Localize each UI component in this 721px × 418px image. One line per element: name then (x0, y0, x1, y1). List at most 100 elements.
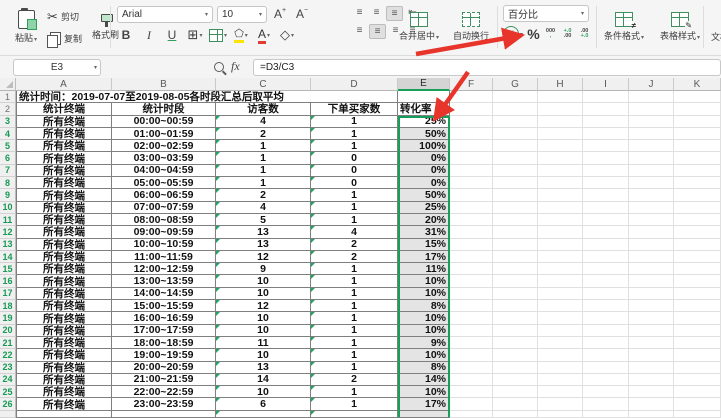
cell-visitors[interactable]: 4 (216, 116, 311, 128)
empty-cell[interactable] (583, 325, 629, 337)
empty-cell[interactable] (493, 251, 538, 263)
cell-rate[interactable]: 100% (398, 140, 450, 152)
cell-period[interactable]: 02:00~02:59 (112, 140, 216, 152)
cell-visitors[interactable]: 1 (216, 140, 311, 152)
empty-cell[interactable] (450, 214, 493, 226)
font-family-select[interactable]: Arial▾ (117, 6, 213, 23)
column-header-A[interactable]: A (16, 78, 112, 91)
row-header-26[interactable]: 26 (0, 398, 16, 410)
borders-button[interactable]: ⊞▾ (186, 26, 204, 44)
currency-format-button[interactable]: ¥▾ (503, 25, 523, 43)
decrease-font-button[interactable]: A− (293, 5, 311, 23)
cell-visitors[interactable]: 1 (216, 165, 311, 177)
empty-cell[interactable] (538, 386, 583, 398)
cell-visitors[interactable]: 1 (216, 177, 311, 189)
cell-rate[interactable]: 25% (398, 202, 450, 214)
cell-period[interactable]: 09:00~09:59 (112, 226, 216, 238)
cell-period[interactable]: 12:00~12:59 (112, 263, 216, 275)
empty-cell[interactable] (450, 263, 493, 275)
header-rate[interactable]: 转化率 (398, 103, 450, 115)
cut-button[interactable]: ✂ 剪切 (47, 6, 82, 28)
cell-buyers[interactable]: 1 (311, 312, 398, 324)
column-header-C[interactable]: C (216, 78, 311, 91)
empty-cell[interactable] (583, 374, 629, 386)
empty-cell[interactable] (674, 275, 721, 287)
empty-cell[interactable] (629, 312, 674, 324)
empty-cell[interactable] (450, 152, 493, 164)
cell-buyers[interactable]: 0 (311, 177, 398, 189)
cell-visitors[interactable]: 5 (216, 214, 311, 226)
empty-cell[interactable] (450, 226, 493, 238)
empty-cell[interactable] (674, 152, 721, 164)
cell-visitors[interactable]: 13 (216, 239, 311, 251)
cell-terminal[interactable]: 所有终端 (16, 263, 112, 275)
empty-cell[interactable] (674, 288, 721, 300)
empty-cell[interactable] (583, 226, 629, 238)
empty-cell[interactable] (583, 202, 629, 214)
cell-rate[interactable]: 10% (398, 288, 450, 300)
empty-cell[interactable] (629, 202, 674, 214)
cell-rate[interactable]: 0% (398, 177, 450, 189)
header-buyers[interactable]: 下单买家数 (311, 103, 398, 115)
empty-cell[interactable] (493, 103, 538, 115)
cell-period[interactable]: 20:00~20:59 (112, 362, 216, 374)
row-header-7[interactable]: 7 (0, 165, 16, 177)
cell-terminal[interactable]: 所有终端 (16, 140, 112, 152)
header-period[interactable]: 统计时段 (112, 103, 216, 115)
cell-rate[interactable]: 10% (398, 386, 450, 398)
empty-cell[interactable] (538, 275, 583, 287)
empty-cell[interactable] (674, 103, 721, 115)
empty-cell[interactable] (493, 91, 538, 103)
empty-cell[interactable] (629, 386, 674, 398)
empty-cell[interactable] (493, 275, 538, 287)
cell-E1[interactable] (398, 91, 450, 103)
row-header-21[interactable]: 21 (0, 337, 16, 349)
empty-cell[interactable] (583, 263, 629, 275)
cell-terminal[interactable]: 所有终端 (16, 226, 112, 238)
empty-cell[interactable] (674, 128, 721, 140)
cell-period[interactable]: 13:00~13:59 (112, 275, 216, 287)
cell-buyers[interactable]: 1 (311, 128, 398, 140)
empty-cell[interactable] (583, 177, 629, 189)
empty-cell[interactable] (538, 152, 583, 164)
title-cell[interactable]: 统计时间：2019-07-07至2019-08-05各时段汇总后取平均 (16, 91, 398, 103)
cell-buyers[interactable]: 1 (311, 140, 398, 152)
cell-terminal[interactable]: 所有终端 (16, 337, 112, 349)
empty-cell[interactable] (450, 91, 493, 103)
empty-cell[interactable] (538, 177, 583, 189)
cell-terminal[interactable]: 所有终端 (16, 275, 112, 287)
empty-cell[interactable] (450, 128, 493, 140)
increase-decimal-button[interactable]: +.0.00 (561, 25, 574, 43)
empty-cell[interactable] (450, 239, 493, 251)
cell-visitors[interactable]: 2 (216, 128, 311, 140)
cell-terminal[interactable]: 所有终端 (16, 349, 112, 361)
empty-cell[interactable] (450, 177, 493, 189)
cell-rate[interactable]: 8% (398, 300, 450, 312)
empty-cell[interactable] (450, 374, 493, 386)
empty-cell[interactable] (450, 362, 493, 374)
cell-terminal[interactable]: 所有终端 (16, 214, 112, 226)
empty-cell[interactable] (450, 300, 493, 312)
empty-cell[interactable] (629, 275, 674, 287)
cell-rate[interactable]: 0% (398, 165, 450, 177)
cell-rate[interactable]: 10% (398, 312, 450, 324)
column-header-J[interactable]: J (629, 78, 674, 91)
empty-cell[interactable] (629, 116, 674, 128)
cell-period[interactable]: 15:00~15:59 (112, 300, 216, 312)
empty-cell[interactable] (493, 263, 538, 275)
row-header-11[interactable]: 11 (0, 214, 16, 226)
increase-font-button[interactable]: A+ (271, 5, 289, 23)
empty-cell[interactable] (629, 177, 674, 189)
empty-cell[interactable] (493, 312, 538, 324)
empty-cell[interactable] (583, 312, 629, 324)
fill-color-button[interactable]: ⬠▾ (232, 26, 250, 44)
cell-buyers[interactable]: 1 (311, 349, 398, 361)
cell-terminal[interactable]: 所有终端 (16, 398, 112, 410)
empty-cell[interactable] (629, 214, 674, 226)
search-function-icon[interactable] (214, 62, 224, 72)
empty-cell[interactable] (450, 325, 493, 337)
decrease-decimal-button[interactable]: .00+.0 (578, 25, 591, 43)
empty-cell[interactable] (629, 263, 674, 275)
cell-terminal[interactable]: 所有终端 (16, 239, 112, 251)
row-header-17[interactable]: 17 (0, 288, 16, 300)
